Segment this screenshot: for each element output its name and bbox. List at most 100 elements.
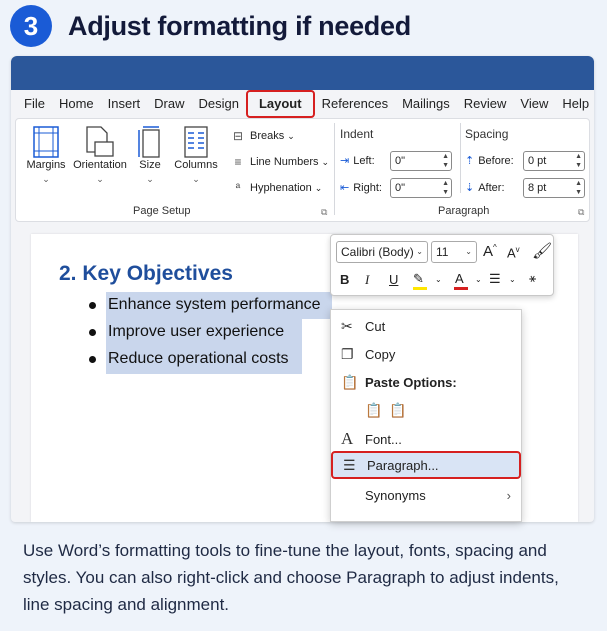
chevron-down-icon: ⌄ bbox=[465, 247, 472, 256]
chevron-down-icon: ⌄ bbox=[321, 156, 330, 167]
spacing-heading: Spacing bbox=[465, 127, 509, 141]
columns-button[interactable]: Columns ⌄ bbox=[168, 125, 224, 185]
dialog-launcher-icon[interactable]: ⧉ bbox=[321, 207, 327, 218]
format-painter-icon[interactable]: 🖌 bbox=[532, 241, 552, 261]
shrink-font-button[interactable]: Av bbox=[507, 245, 520, 260]
dialog-launcher-icon[interactable]: ⧉ bbox=[578, 207, 584, 218]
spinner-arrows-icon[interactable]: ▲ ▼ bbox=[442, 179, 449, 197]
font-color-button[interactable]: A bbox=[454, 271, 468, 290]
indent-right-text: Right: bbox=[353, 181, 382, 194]
tab-insert[interactable]: Insert bbox=[101, 91, 148, 117]
highlight-color-bar bbox=[413, 287, 427, 290]
styles-icon[interactable]: ⚹ bbox=[529, 271, 536, 286]
italic-button[interactable]: I bbox=[365, 272, 369, 288]
tab-references[interactable]: References bbox=[315, 91, 395, 117]
chevron-down-icon: ⌄ bbox=[146, 174, 154, 184]
font-icon: A bbox=[341, 429, 354, 448]
line-numbers-button[interactable]: ≡ Line Numbers ⌄ bbox=[230, 155, 329, 169]
menu-item-cut[interactable]: ✂ Cut bbox=[331, 312, 521, 340]
orientation-icon bbox=[85, 125, 115, 159]
indent-heading: Indent bbox=[340, 127, 374, 141]
columns-label: Columns bbox=[174, 159, 218, 171]
spacing-before-input[interactable]: 0 pt ▲ ▼ bbox=[523, 151, 585, 171]
margins-button[interactable]: Margins ⌄ bbox=[18, 125, 74, 185]
layout-ribbon: Margins ⌄ Orientation ⌄ Size ⌄ Columns ⌄… bbox=[15, 118, 590, 222]
hyphenation-icon: ª bbox=[235, 181, 241, 195]
bullet-icon bbox=[89, 301, 96, 309]
menu-item-synonyms[interactable]: Synonyms › bbox=[331, 481, 521, 509]
bullets-icon[interactable]: ☰ bbox=[489, 271, 501, 287]
indent-left-input[interactable]: 0" ▲ ▼ bbox=[390, 151, 452, 171]
chevron-down-icon[interactable]: ⌄ bbox=[435, 275, 442, 284]
chevron-down-icon: ⌄ bbox=[42, 174, 50, 184]
chevron-down-icon[interactable]: ⌄ bbox=[475, 275, 482, 284]
indent-right-input[interactable]: 0" ▲ ▼ bbox=[390, 178, 452, 198]
step-title: Adjust formatting if needed bbox=[68, 10, 411, 41]
chevron-right-icon: › bbox=[506, 487, 511, 503]
menu-item-paragraph[interactable]: ☰ Paragraph... bbox=[331, 451, 521, 479]
spacing-after-value: 8 pt bbox=[528, 182, 547, 194]
page-setup-group-label: Page Setup bbox=[133, 205, 191, 217]
step-description: Use Word’s formatting tools to fine-tune… bbox=[23, 541, 559, 614]
font-size-value: 11 bbox=[436, 245, 449, 259]
paste-options-heading: 📋 Paste Options: bbox=[331, 368, 521, 396]
spacing-before-icon: ⇡ bbox=[465, 155, 475, 167]
context-menu: ✂ Cut ❐ Copy 📋 Paste Options: 📋 📋 A Font… bbox=[330, 309, 522, 522]
line-numbers-icon: ≡ bbox=[234, 155, 242, 169]
mini-toolbar: Calibri (Body) ⌄ 11 ⌄ A^ Av 🖌 B I U ✎ ⌄ … bbox=[330, 234, 554, 296]
menu-item-label: Font... bbox=[365, 431, 402, 447]
spinner-arrows-icon[interactable]: ▲ ▼ bbox=[575, 152, 582, 170]
chevron-down-icon: ⌄ bbox=[287, 130, 295, 141]
chevron-down-icon[interactable]: ⌄ bbox=[509, 275, 516, 284]
chevron-down-icon: ⌄ bbox=[96, 174, 104, 184]
menu-item-label: Paragraph... bbox=[367, 457, 439, 473]
hyphenation-button[interactable]: ª Hyphenation ⌄ bbox=[230, 181, 323, 195]
chevron-down-icon: ⌄ bbox=[192, 174, 200, 184]
list-item-text: Enhance system performance bbox=[108, 296, 321, 313]
menu-item-copy[interactable]: ❐ Copy bbox=[331, 340, 521, 368]
paste-keep-format-icon[interactable]: 📋 bbox=[365, 402, 389, 419]
list-item: Enhance system performance bbox=[89, 296, 321, 314]
font-size-dropdown[interactable]: 11 ⌄ bbox=[431, 241, 477, 263]
tab-help[interactable]: Help bbox=[555, 91, 594, 117]
bold-button[interactable]: B bbox=[340, 272, 349, 287]
step-number-badge: 3 bbox=[10, 5, 52, 47]
line-numbers-label: Line Numbers bbox=[250, 156, 319, 168]
hyphenation-label: Hyphenation bbox=[250, 182, 312, 194]
tab-file[interactable]: File bbox=[17, 91, 52, 117]
paste-option-buttons: 📋 📋 bbox=[331, 396, 521, 424]
paste-text-only-icon[interactable]: 📋 bbox=[389, 402, 413, 419]
breaks-label: Breaks bbox=[250, 130, 285, 142]
step-header: 3 Adjust formatting if needed bbox=[10, 4, 600, 48]
tab-home[interactable]: Home bbox=[52, 91, 101, 117]
columns-icon bbox=[184, 125, 208, 159]
highlight-button[interactable]: ✎ bbox=[413, 271, 427, 290]
spacing-after-input[interactable]: 8 pt ▲ ▼ bbox=[523, 178, 585, 198]
spinner-arrows-icon[interactable]: ▲ ▼ bbox=[442, 152, 449, 170]
ribbon-tabs: File Home Insert Draw Design Layout Refe… bbox=[11, 90, 594, 118]
tab-review[interactable]: Review bbox=[457, 91, 514, 117]
menu-item-font[interactable]: A Font... bbox=[331, 425, 521, 453]
tab-draw[interactable]: Draw bbox=[147, 91, 191, 117]
tab-design[interactable]: Design bbox=[192, 91, 246, 117]
list-item-text: Improve user experience bbox=[108, 323, 285, 340]
title-bar bbox=[11, 56, 594, 90]
tab-view[interactable]: View bbox=[513, 91, 555, 117]
spacing-after-icon: ⇣ bbox=[465, 182, 475, 194]
highlighter-icon: ✎ bbox=[413, 271, 424, 286]
spinner-arrows-icon[interactable]: ▲ ▼ bbox=[575, 179, 582, 197]
chevron-down-icon: ⌄ bbox=[416, 247, 423, 256]
size-icon bbox=[138, 125, 162, 159]
breaks-button[interactable]: ⊟ Breaks ⌄ bbox=[230, 129, 295, 143]
grow-font-button[interactable]: A^ bbox=[483, 243, 497, 260]
indent-right-icon: ⇤ bbox=[340, 182, 350, 194]
spacing-after-text: After: bbox=[478, 181, 505, 194]
spacing-after-label: ⇣ After: bbox=[465, 181, 505, 195]
paragraph-group-label: Paragraph bbox=[438, 205, 490, 217]
font-name-dropdown[interactable]: Calibri (Body) ⌄ bbox=[336, 241, 428, 263]
tab-mailings[interactable]: Mailings bbox=[395, 91, 457, 117]
underline-button[interactable]: U bbox=[389, 272, 398, 287]
orientation-button[interactable]: Orientation ⌄ bbox=[72, 125, 128, 185]
tab-layout[interactable]: Layout bbox=[245, 90, 315, 118]
menu-item-label: Cut bbox=[365, 318, 386, 334]
